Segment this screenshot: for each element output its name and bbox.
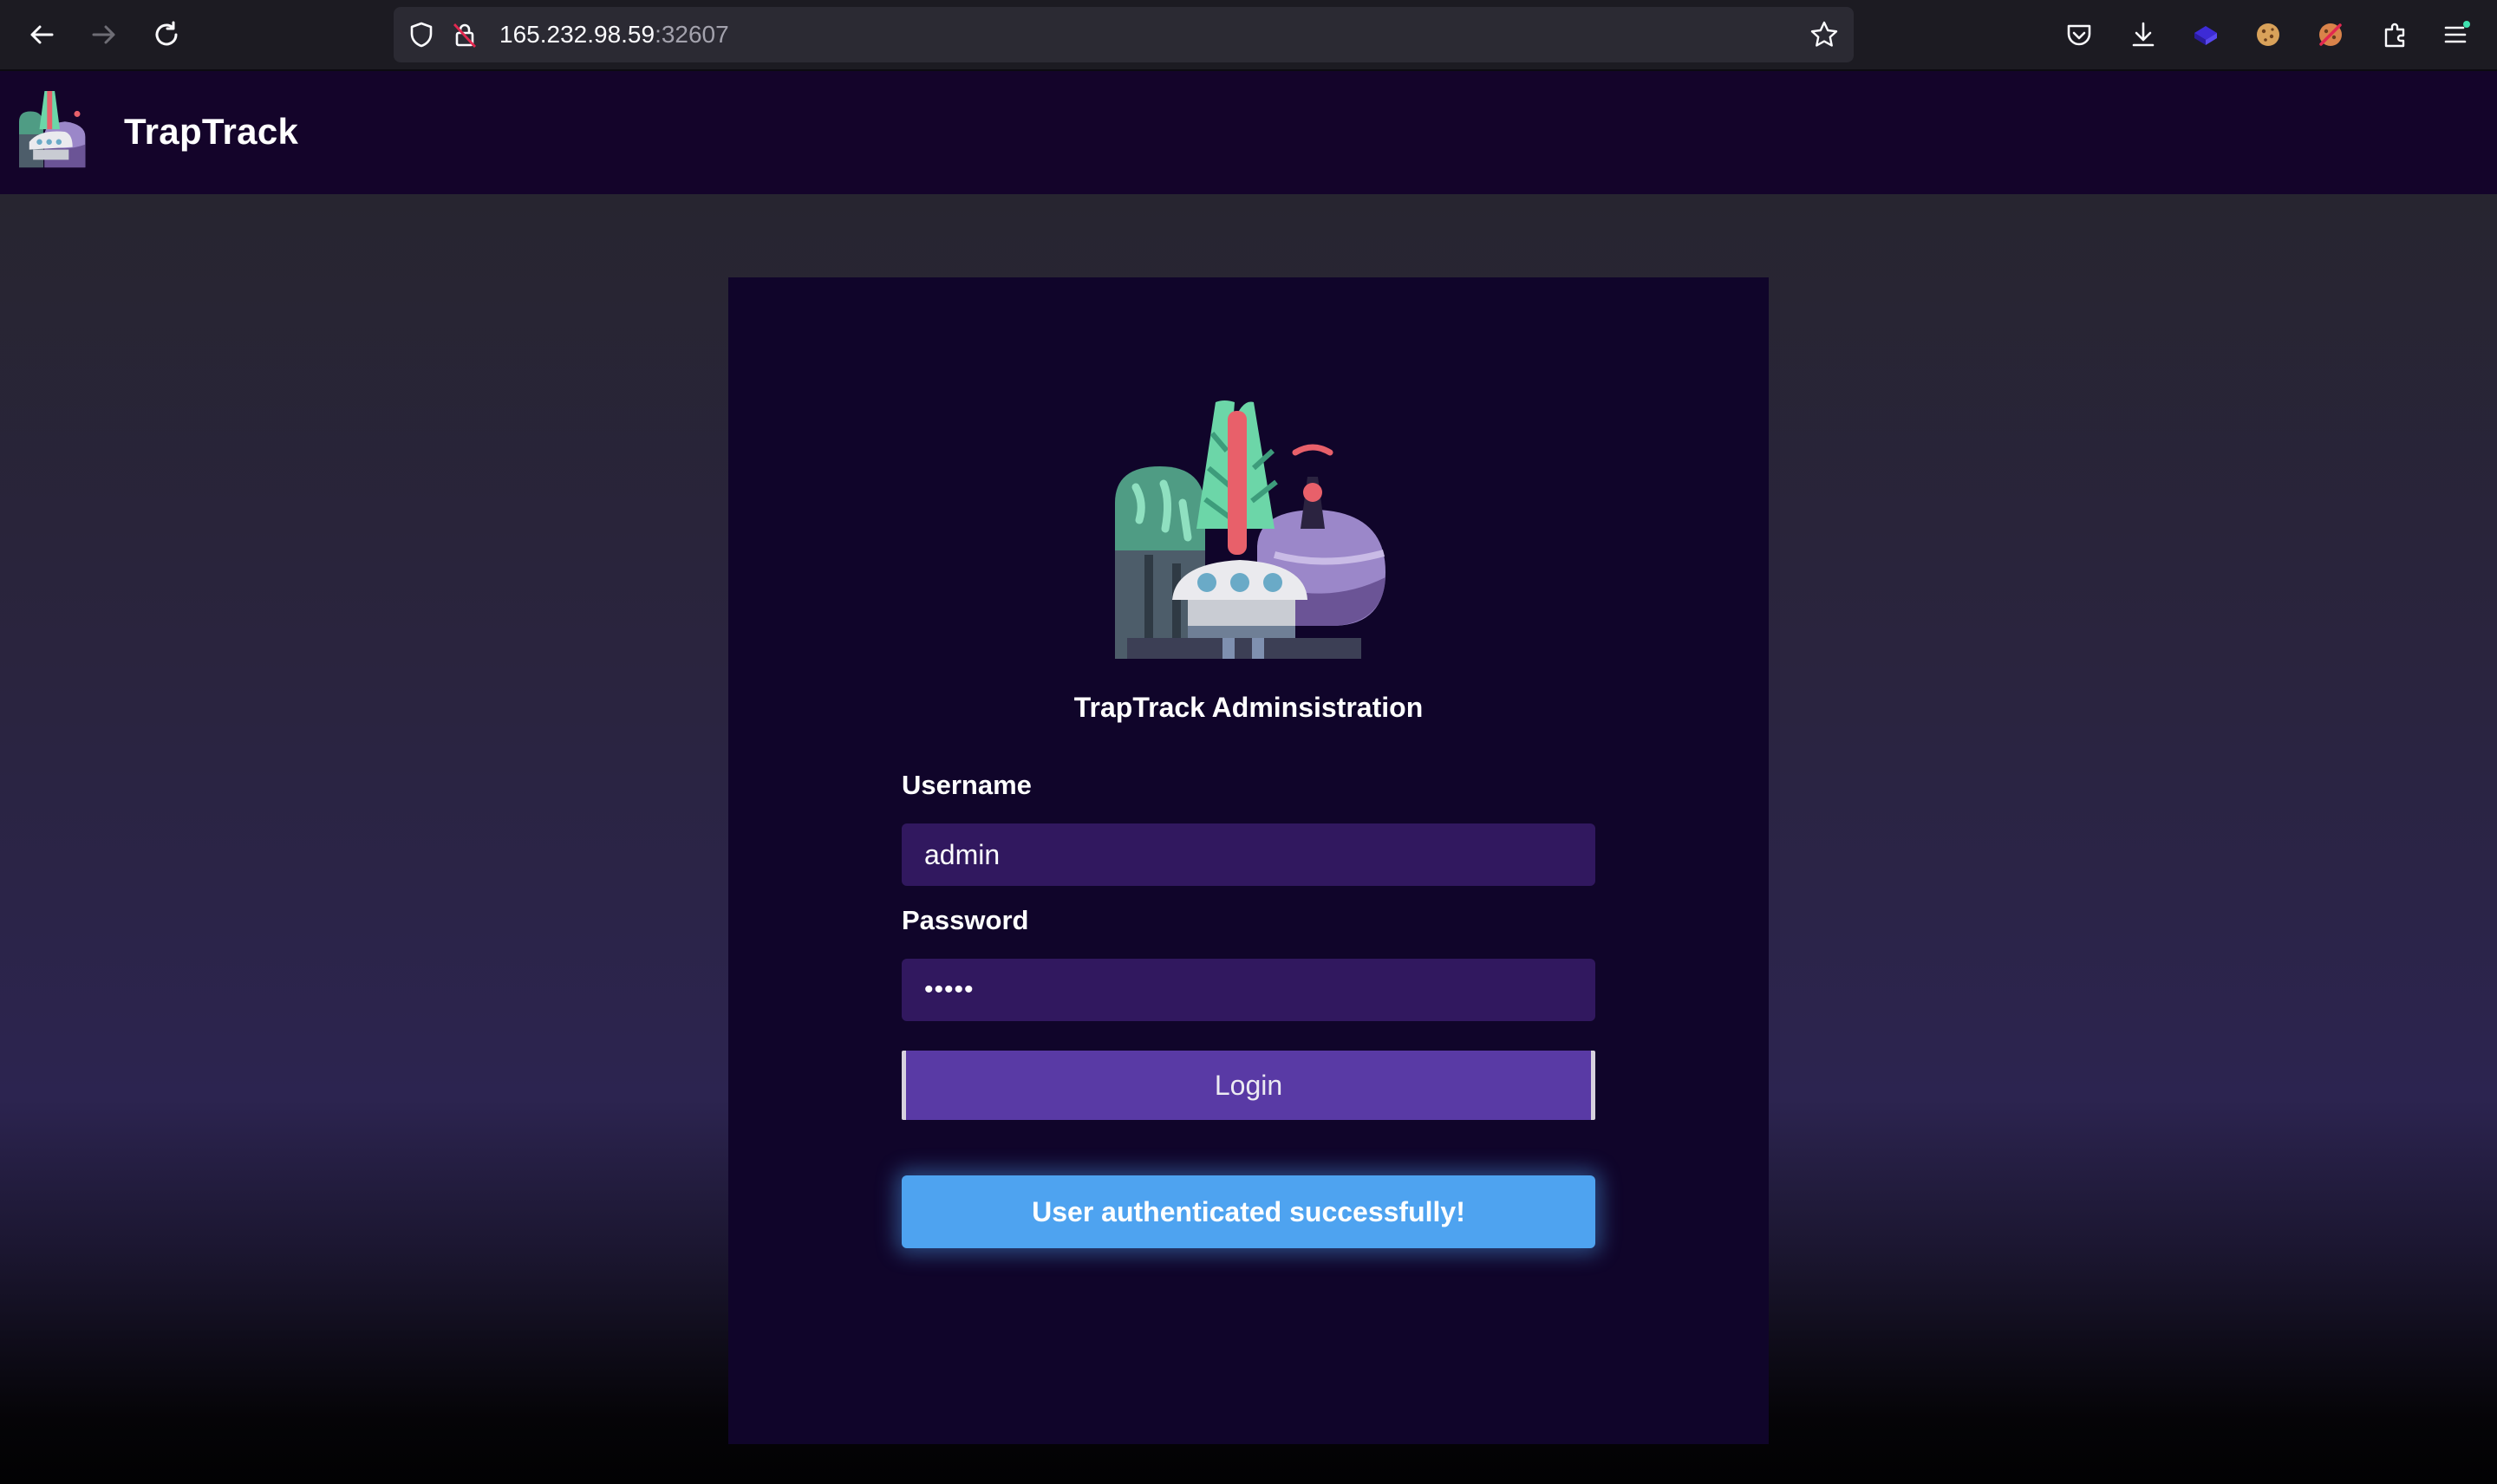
url-text: 165.232.98.59:32607: [499, 23, 729, 47]
address-bar[interactable]: 165.232.98.59:32607: [394, 7, 1854, 62]
back-icon[interactable]: [24, 17, 59, 52]
app-brand-title[interactable]: TrapTrack: [124, 111, 298, 153]
login-card: TrapTrack Adminsistration Username admin…: [728, 277, 1769, 1444]
login-button[interactable]: Login: [902, 1051, 1595, 1120]
cookie-blocked-icon[interactable]: [2313, 17, 2348, 52]
extensions-puzzle-icon[interactable]: [2377, 17, 2412, 52]
downloads-icon[interactable]: [2126, 17, 2161, 52]
password-input[interactable]: •••••: [902, 959, 1595, 1021]
insecure-lock-icon[interactable]: [449, 19, 480, 50]
success-alert: User authenticated successfully!: [902, 1175, 1595, 1248]
app-header: TrapTrack: [0, 71, 2497, 194]
password-label: Password: [902, 905, 1029, 935]
extension-cube-icon[interactable]: [2188, 17, 2223, 52]
username-label: Username: [902, 770, 1032, 800]
reload-icon[interactable]: [149, 17, 184, 52]
pocket-icon[interactable]: [2062, 17, 2096, 52]
url-host: 165.232.98.59: [499, 21, 655, 48]
login-title: TrapTrack Adminsistration: [1073, 692, 1424, 723]
cookie-icon[interactable]: [2251, 17, 2285, 52]
bookmark-star-icon[interactable]: [1809, 19, 1840, 50]
traptrack-logo-icon[interactable]: [19, 90, 101, 173]
shield-icon[interactable]: [406, 19, 437, 50]
traptrack-hero-logo-icon: [1115, 400, 1385, 659]
browser-toolbar: 165.232.98.59:32607: [0, 0, 2497, 71]
forward-icon[interactable]: [87, 17, 121, 52]
url-port: :32607: [655, 21, 729, 48]
menu-icon[interactable]: [2438, 17, 2473, 52]
username-input[interactable]: admin: [902, 823, 1595, 886]
